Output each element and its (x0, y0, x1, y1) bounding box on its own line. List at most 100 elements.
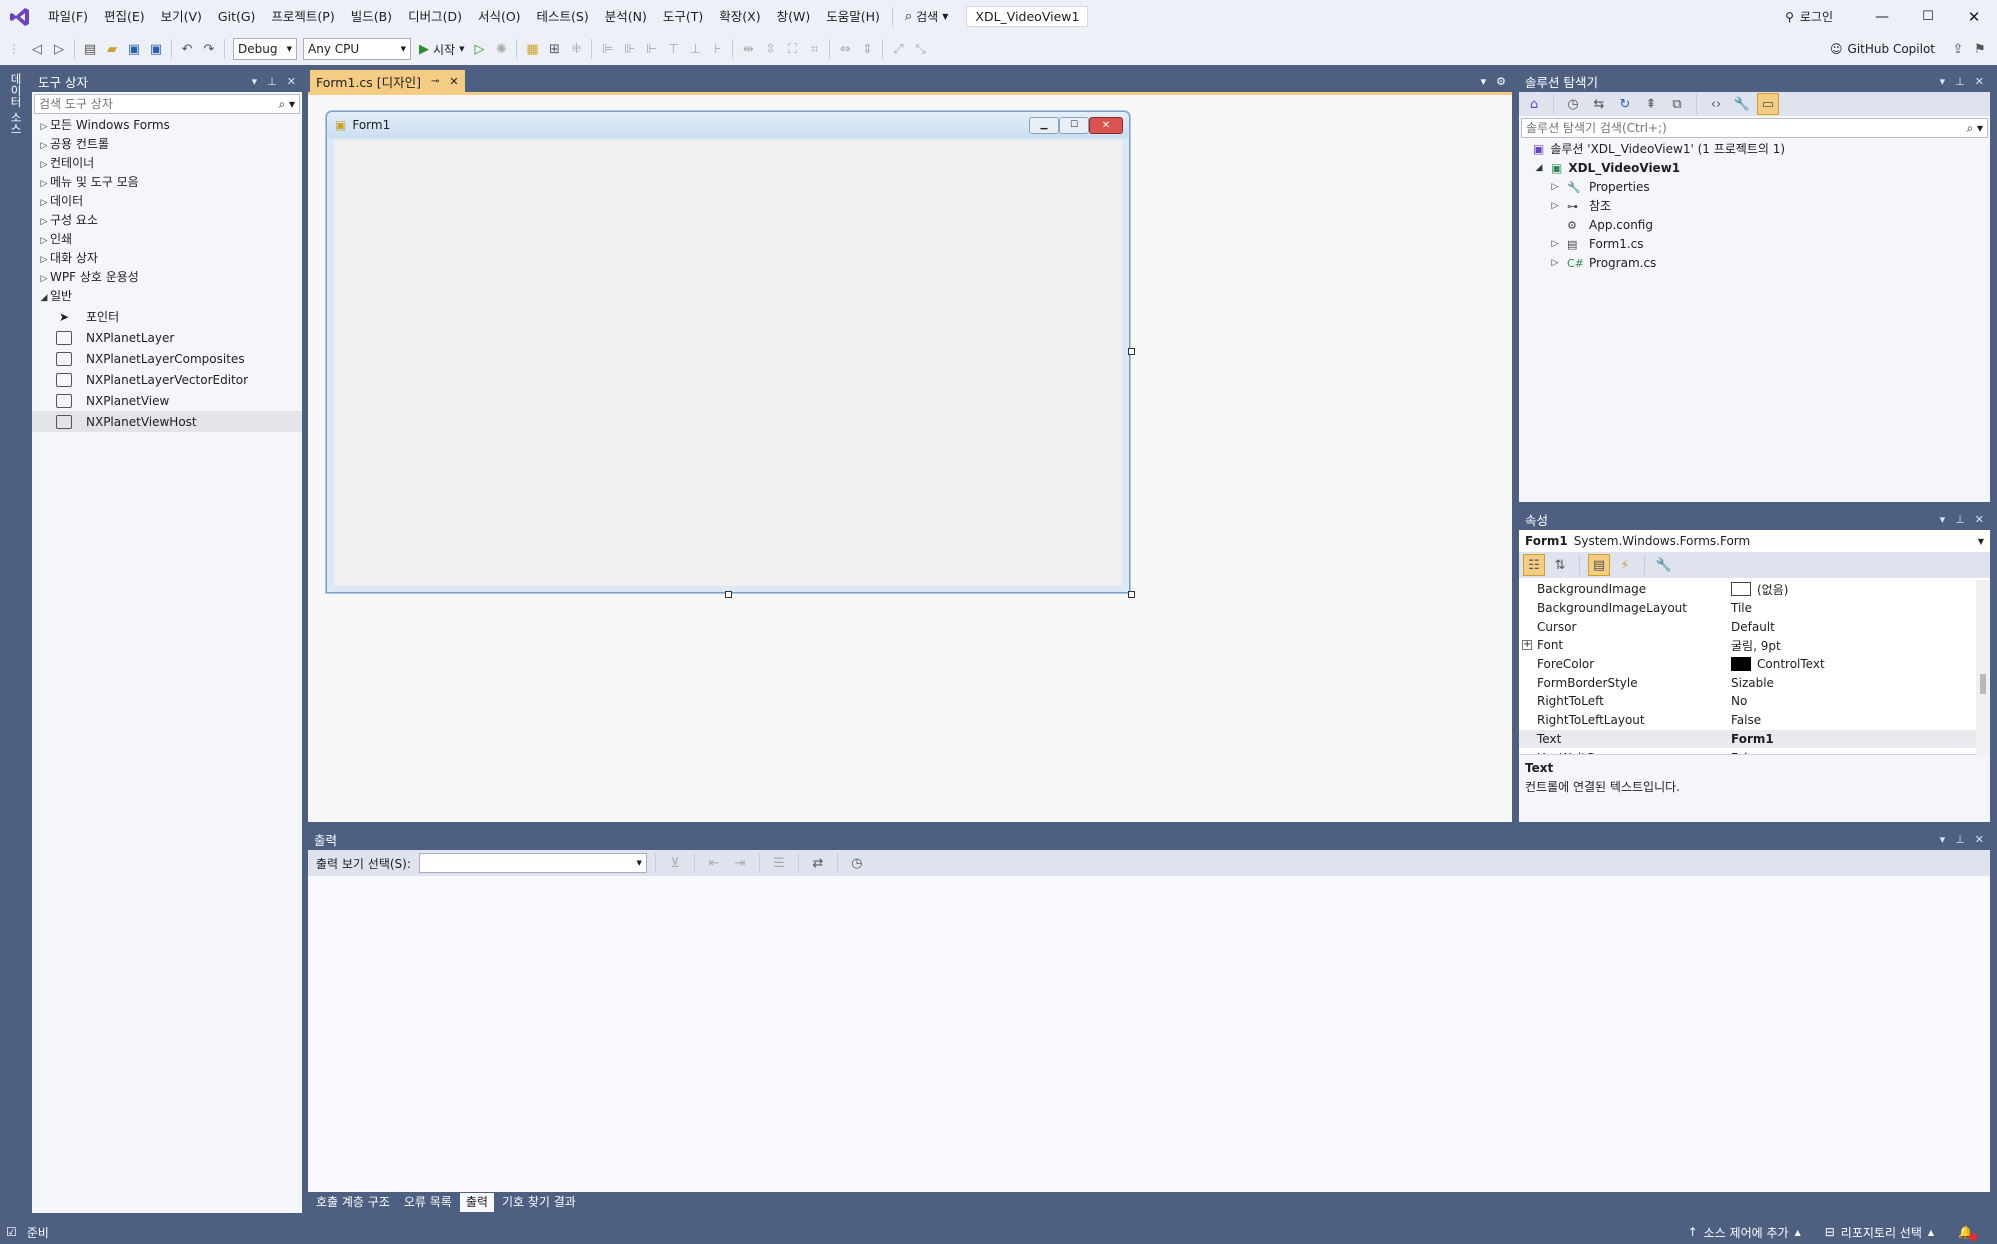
show-all-files-icon[interactable]: ⧉ (1666, 93, 1688, 115)
save-icon[interactable]: ▣ (123, 38, 145, 60)
align-bottom-icon[interactable]: ⊦ (706, 38, 728, 60)
same-size-icon[interactable]: ⛶ (781, 38, 803, 60)
menu-item[interactable]: 확장(X) (711, 0, 768, 33)
tab-form1-design[interactable]: Form1.cs [디자인] ⊸ ✕ (310, 70, 465, 92)
switch-views-icon[interactable]: ⌂ (1523, 93, 1545, 115)
collapsed-icon[interactable]: ▷ (1549, 254, 1561, 273)
close-icon[interactable]: ✕ (449, 75, 458, 88)
source-control-button[interactable]: ↑ 소스 제어에 추가 ▲ (1688, 1224, 1801, 1241)
form-maximize-icon[interactable]: ☐ (1059, 116, 1089, 134)
property-row[interactable]: UseWaitCursorFalse (1519, 748, 1990, 754)
menu-item[interactable]: 편집(E) (96, 0, 153, 33)
close-icon[interactable]: ✕ (1975, 833, 1984, 846)
solution-search-input[interactable] (1526, 121, 1926, 135)
data-sources-tab[interactable]: 데이터 소스 (8, 73, 24, 134)
toolbox-group-open[interactable]: ◢ 일반 (38, 287, 302, 306)
form-close-icon[interactable]: ✕ (1089, 116, 1123, 134)
toolbox-item[interactable]: NXPlanetLayer (32, 327, 302, 348)
property-row[interactable]: BackgroundImageLayout Tile (1519, 599, 1990, 618)
sync-icon[interactable]: ⇆ (1588, 93, 1610, 115)
feedback-icon[interactable]: ⚑ (1969, 38, 1991, 60)
property-row[interactable]: RightToLeft No (1519, 692, 1990, 711)
find-message-icon[interactable]: ⊻ (664, 852, 686, 874)
tab-order-icon[interactable]: ▦ (521, 38, 543, 60)
menu-item[interactable]: 서식(O) (470, 0, 529, 33)
property-row[interactable]: ForeColor ControlText (1519, 655, 1990, 674)
vs-logo-icon[interactable] (0, 6, 40, 28)
tree-node[interactable]: ▷ C# Program.cs (1533, 254, 1990, 273)
minimize-button[interactable]: — (1859, 9, 1905, 25)
object-selector[interactable]: Form1 System.Windows.Forms.Form ▼ (1519, 530, 1990, 552)
word-wrap-icon[interactable]: ⇄ (807, 852, 829, 874)
toolbox-group[interactable]: ▷ 구성 요소 (38, 211, 302, 230)
save-all-icon[interactable]: ▣ (145, 38, 167, 60)
copilot-button[interactable]: ☺ GitHub Copilot (1830, 42, 1935, 56)
dropdown-icon[interactable]: ▾ (1940, 833, 1946, 846)
layout-icon[interactable]: ⊞ (543, 38, 565, 60)
bottom-tab[interactable]: 오류 목록 (398, 1193, 458, 1212)
form-window[interactable]: ▣ Form1 ▁ ☐ ✕ (326, 111, 1135, 598)
categorized-icon[interactable]: ☷ (1523, 554, 1545, 576)
properties-scrollbar[interactable] (1976, 580, 1990, 756)
same-height-icon[interactable]: ⇳ (759, 38, 781, 60)
menu-item[interactable]: 보기(V) (153, 0, 210, 33)
output-source-select[interactable]: ▼ (418, 853, 647, 873)
tab-list-icon[interactable]: ▾ (1481, 75, 1487, 88)
events-icon[interactable]: ⚡ (1614, 554, 1636, 576)
toolbox-item[interactable]: NXPlanetLayerVectorEditor (32, 369, 302, 390)
menu-item[interactable]: 도구(T) (655, 0, 711, 33)
resize-handle-corner[interactable] (1128, 591, 1135, 598)
pin-icon[interactable]: ⊸ (431, 76, 439, 87)
tree-node[interactable]: ⚙ App.config (1533, 216, 1990, 235)
resize-handle-right[interactable] (1128, 348, 1135, 355)
toolbox-group[interactable]: ▷ 인쇄 (38, 230, 302, 249)
notification-bell-icon[interactable]: 🔔 (1958, 1225, 1977, 1241)
size-to-grid-icon[interactable]: ⌗ (803, 38, 825, 60)
next-message-icon[interactable]: ⇥ (729, 852, 751, 874)
property-pages-icon[interactable]: 🔧 (1653, 554, 1675, 576)
properties-view-icon[interactable]: ▤ (1588, 554, 1610, 576)
toolbox-item[interactable]: NXPlanetViewHost (32, 411, 302, 432)
resize-handle-bottom[interactable] (725, 591, 732, 598)
toolbox-item[interactable]: NXPlanetView (32, 390, 302, 411)
maximize-button[interactable]: ☐ (1905, 9, 1951, 24)
pin-icon[interactable]: ⊥ (267, 75, 277, 88)
dropdown-icon[interactable]: ▾ (1940, 75, 1946, 88)
tree-node[interactable]: ▷ 🔧 Properties (1533, 178, 1990, 197)
toolbox-group[interactable]: ▷ WPF 상호 운용성 (38, 268, 302, 287)
clear-all-icon[interactable]: ☰ (768, 852, 790, 874)
back-icon[interactable]: ◁ (26, 38, 48, 60)
toolbox-group[interactable]: ▷ 공용 컨트롤 (38, 135, 302, 154)
configuration-select[interactable]: Debug ▼ (233, 38, 297, 60)
properties-wrench-icon[interactable]: 🔧 (1731, 93, 1753, 115)
refresh-icon[interactable]: ↻ (1614, 93, 1636, 115)
search-button[interactable]: ⌕ 검색 ▼ (897, 8, 957, 25)
gear-icon[interactable]: ⚙ (1496, 75, 1506, 88)
close-icon[interactable]: ✕ (287, 75, 296, 88)
form-minimize-icon[interactable]: ▁ (1029, 116, 1059, 134)
form-client-area[interactable] (334, 140, 1122, 586)
toolbox-group[interactable]: ▷ 모든 Windows Forms (38, 116, 302, 135)
pin-icon[interactable]: ⊥ (1955, 513, 1965, 526)
solution-search[interactable]: ⌕ ▾ (1521, 118, 1988, 138)
align-right-icon[interactable]: ⊩ (640, 38, 662, 60)
collapsed-icon[interactable]: ▷ (1549, 197, 1561, 216)
menu-item[interactable]: 도움말(H) (818, 0, 888, 33)
menu-item[interactable]: 프로젝트(P) (263, 0, 342, 33)
dropdown-icon[interactable]: ▾ (1940, 513, 1946, 526)
bottom-tab[interactable]: 호출 계층 구조 (310, 1193, 396, 1212)
same-width-icon[interactable]: ⇹ (737, 38, 759, 60)
timestamp-icon[interactable]: ◷ (846, 852, 868, 874)
new-project-icon[interactable]: ▤ (79, 38, 101, 60)
share-icon[interactable]: ⇪ (1947, 38, 1969, 60)
menu-item[interactable]: 테스트(S) (529, 0, 597, 33)
view-code-icon[interactable]: ‹› (1705, 93, 1727, 115)
pin-icon[interactable]: ⊥ (1955, 833, 1965, 846)
align-middle-icon[interactable]: ⊥ (684, 38, 706, 60)
solution-node[interactable]: ▣ 솔루션 'XDL_VideoView1' (1 프로젝트의 1) (1533, 140, 1990, 159)
menu-item[interactable]: 창(W) (769, 0, 819, 33)
bring-front-icon[interactable]: ⤢ (887, 38, 909, 60)
menu-item[interactable]: 디버그(D) (400, 0, 470, 33)
bottom-tab[interactable]: 출력 (459, 1193, 494, 1212)
pin-icon[interactable]: ⊥ (1955, 75, 1965, 88)
